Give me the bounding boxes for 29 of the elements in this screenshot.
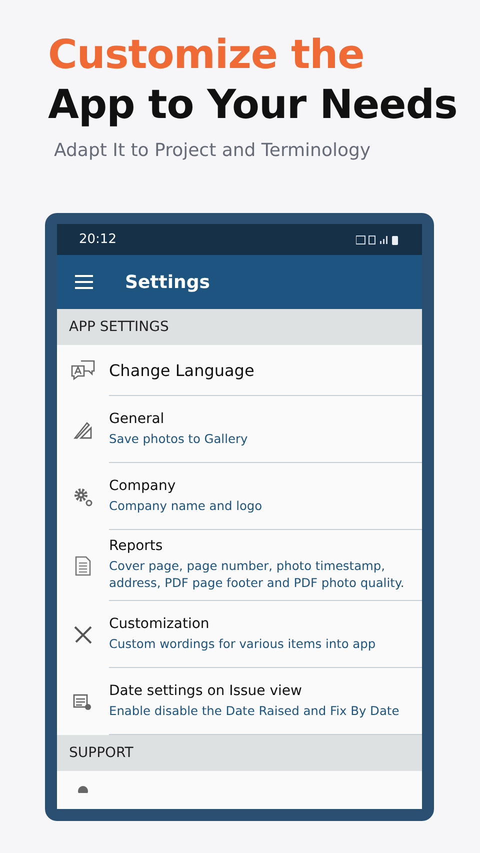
item-subtitle: Enable disable the Date Raised and Fix By Date: [109, 702, 400, 720]
item-subtitle: Custom wordings for various items into app: [109, 636, 377, 652]
item-title: Company: [109, 478, 177, 494]
settings-item[interactable]: Company Company name and logo: [109, 463, 422, 530]
settings-item[interactable]: Customization Custom wordings for various items into app: [109, 601, 422, 668]
app-bar-title: Settings: [125, 272, 210, 292]
subtitle: Adapt It to Project and Terminology: [54, 140, 372, 161]
item-title: Reports: [109, 538, 164, 554]
gears-icon: [73, 486, 93, 506]
item-title: Date settings on Issue view: [109, 682, 303, 698]
item-title: Customization: [109, 616, 210, 632]
settings-item[interactable]: General Save photos to Gallery: [109, 396, 422, 463]
headline: App to Your Needs: [48, 81, 458, 130]
settings-item[interactable]: Reports Cover page, page number, photo timestamp, address, PDF page footer and PDF photo quality.: [109, 530, 422, 601]
document-icon: [75, 556, 91, 576]
item-subtitle: Company name and logo: [109, 498, 264, 514]
section-header: SUPPORT: [57, 735, 422, 771]
item-title: Change Language: [109, 360, 256, 380]
ruler-pencil-icon: [73, 420, 93, 440]
settings-item[interactable]: Change Language: [109, 345, 422, 396]
status-time: 20:12: [79, 232, 116, 247]
item-subtitle: Cover page, page number, photo timestamp, address, PDF page footer and PDF photo quality.: [109, 558, 406, 592]
translate-icon: [71, 360, 95, 382]
headline: Customize the: [48, 31, 366, 80]
item-title: General: [109, 410, 166, 426]
status-icons: [356, 234, 400, 244]
section-header: APP SETTINGS: [57, 309, 422, 345]
menu-icon[interactable]: [75, 275, 93, 289]
item-subtitle: Save photos to Gallery: [109, 430, 249, 448]
